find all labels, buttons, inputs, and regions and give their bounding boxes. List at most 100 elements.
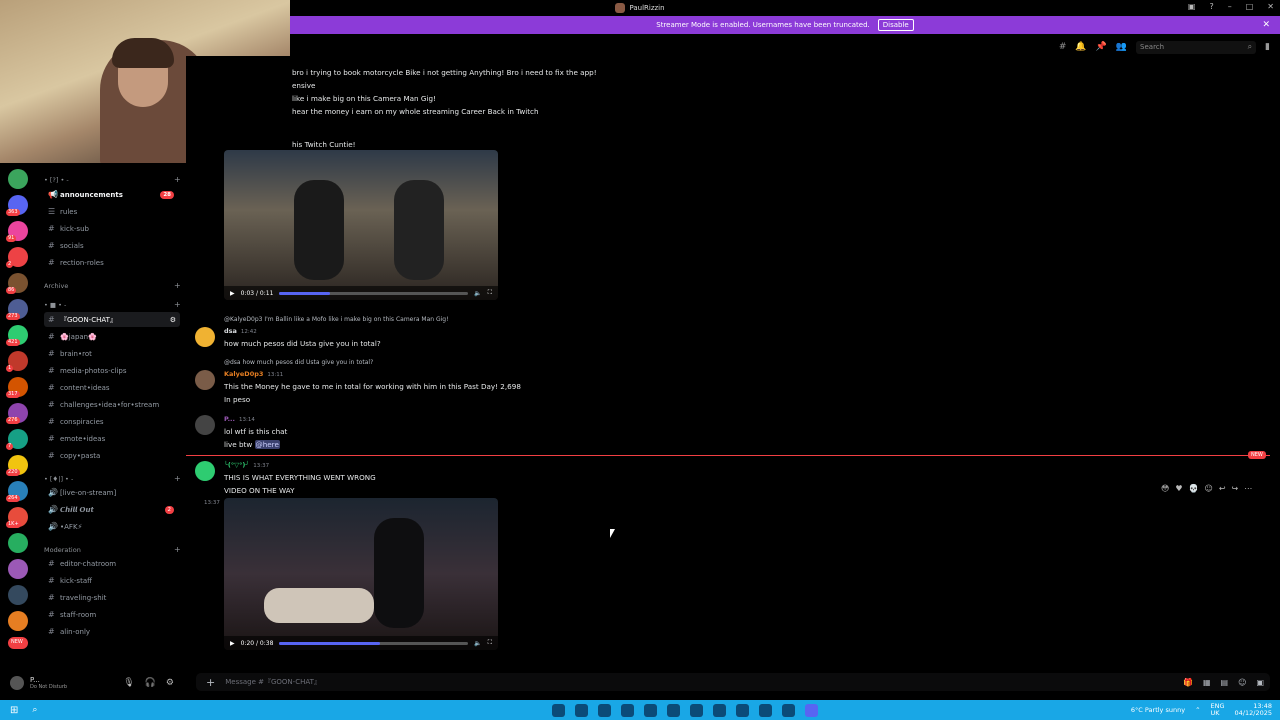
sticker-icon[interactable]: ▤: [1221, 678, 1229, 687]
category-misc[interactable]: • ■ • -: [44, 301, 66, 309]
server-icon[interactable]: [8, 611, 28, 631]
weather-widget[interactable]: 6°C Partly sunny: [1131, 706, 1185, 714]
server-icon[interactable]: 317: [6, 377, 28, 398]
taskbar-app-icon[interactable]: [667, 703, 680, 717]
reply-reference[interactable]: @dsa how much pesos did Usta give you in…: [224, 359, 373, 366]
emoji-icon[interactable]: ☺: [1238, 678, 1246, 687]
category-moderation[interactable]: Moderation: [44, 546, 81, 554]
channel-emote-ideas[interactable]: # emote•ideas: [44, 431, 180, 446]
pin-icon[interactable]: 📌: [1096, 42, 1107, 52]
taskbar-search-icon[interactable]: ⌕: [32, 705, 37, 715]
reaction-heart-icon[interactable]: ♥: [1175, 484, 1182, 493]
author-name[interactable]: P...: [224, 415, 235, 423]
play-icon[interactable]: ▶: [230, 640, 235, 647]
close-banner-icon[interactable]: ✕: [1262, 20, 1270, 30]
server-icon[interactable]: 264: [6, 481, 28, 502]
channel-kick-sub[interactable]: # kick-sub: [44, 221, 180, 236]
channel-content-ideas[interactable]: # content•ideas: [44, 380, 180, 395]
message-composer[interactable]: + Message #『GOON-CHAT』 🎁 ▦ ▤ ☺ ▣: [196, 673, 1270, 691]
avatar[interactable]: [10, 676, 24, 690]
more-options-icon[interactable]: ⋯: [1244, 484, 1252, 493]
channel-challenges[interactable]: # challenges•idea•for•stream: [44, 397, 180, 412]
member-list-icon[interactable]: 👥: [1116, 42, 1127, 52]
category-top[interactable]: • [?] • -: [44, 176, 69, 184]
server-icon[interactable]: [8, 533, 28, 553]
tray-chevron-icon[interactable]: ⌃: [1195, 706, 1200, 714]
server-icon[interactable]: [8, 585, 28, 605]
video-progress-bar[interactable]: [279, 641, 469, 645]
author-name[interactable]: dsa: [224, 327, 237, 335]
taskbar-app-icon[interactable]: [782, 703, 795, 717]
channel-settings-icon[interactable]: ⚙: [170, 316, 176, 324]
video-attachment-1[interactable]: ▶ 0:03 / 0:11 🔈 ⛶: [224, 150, 498, 300]
voice-afk[interactable]: 🔊 •AFK⚡: [44, 519, 180, 534]
channel-brain-rot[interactable]: # brain•rot: [44, 346, 180, 361]
author-name[interactable]: KalyeD0p3: [224, 370, 263, 378]
channel-rules[interactable]: ☰ rules: [44, 204, 180, 219]
server-icon[interactable]: 276: [6, 403, 28, 424]
server-icon[interactable]: 363: [6, 195, 28, 216]
category-voice[interactable]: • [♦|] • -: [44, 475, 73, 483]
channel-socials[interactable]: # socials: [44, 238, 180, 253]
channel-rection-roles[interactable]: # rection-roles: [44, 255, 180, 270]
server-icon[interactable]: 1K+: [6, 507, 28, 528]
taskbar-app-icon[interactable]: [644, 703, 657, 717]
fullscreen-icon[interactable]: ⛶: [488, 289, 492, 297]
reaction-skull-icon[interactable]: 💀: [1189, 484, 1199, 493]
volume-icon[interactable]: 🔈: [474, 290, 481, 297]
channel-kick-staff[interactable]: # kick-staff: [44, 573, 180, 588]
new-server-badge[interactable]: NEW: [8, 637, 28, 649]
voice-chill-out[interactable]: 🔊 𝘾𝙝𝙞𝙡𝙡 𝙊𝙪𝙩 2: [44, 502, 180, 517]
channel-japan[interactable]: # 🌸japan🌸: [44, 329, 180, 344]
help-icon[interactable]: ?: [1209, 2, 1213, 11]
add-channel-icon[interactable]: +: [174, 300, 181, 309]
add-reaction-icon[interactable]: ☺: [1204, 484, 1212, 493]
server-icon[interactable]: 1: [6, 351, 28, 372]
taskbar-app-icon[interactable]: [713, 703, 726, 717]
user-settings-icon[interactable]: ⚙: [166, 678, 174, 688]
disable-streamer-mode-button[interactable]: Disable: [877, 19, 914, 31]
taskbar-app-icon[interactable]: [690, 703, 703, 717]
maximize-icon[interactable]: □: [1246, 2, 1254, 11]
server-icon[interactable]: [8, 559, 28, 579]
server-icon[interactable]: 86: [6, 273, 28, 294]
add-channel-icon[interactable]: +: [174, 281, 181, 290]
server-icon[interactable]: 421: [6, 325, 28, 346]
channel-announcements[interactable]: 📢 announcements 28: [44, 187, 180, 202]
inbox-icon[interactable]: ▣: [1188, 2, 1196, 11]
clock[interactable]: 13:48 04/12/2025: [1235, 703, 1272, 717]
inbox-bookmark-icon[interactable]: ▮: [1265, 42, 1270, 52]
taskbar-app-icon[interactable]: [575, 703, 588, 717]
windows-start-icon[interactable]: ⊞: [10, 705, 18, 716]
minimize-icon[interactable]: –: [1228, 2, 1232, 11]
threads-icon[interactable]: #: [1059, 42, 1067, 52]
forward-icon[interactable]: ↪: [1232, 484, 1239, 493]
channel-traveling-shit[interactable]: # traveling-shit: [44, 590, 180, 605]
reply-reference[interactable]: @KalyeD0p3 I'm Ballin like a Mofo like i…: [224, 316, 449, 323]
server-icon[interactable]: 220: [6, 455, 28, 476]
voice-live-on-stream[interactable]: 🔊 [live-on-stream]: [44, 485, 180, 500]
channel-alin-only[interactable]: # alin-only: [44, 624, 180, 639]
reply-icon[interactable]: ↩: [1219, 484, 1226, 493]
gift-icon[interactable]: 🎁: [1183, 678, 1193, 687]
avatar[interactable]: [195, 461, 215, 481]
headset-icon[interactable]: 🎧: [145, 678, 156, 688]
server-icon[interactable]: 273: [6, 299, 28, 320]
add-channel-icon[interactable]: +: [174, 545, 181, 554]
taskbar-app-icon[interactable]: [598, 703, 611, 717]
reaction-icon[interactable]: 😳: [1161, 484, 1169, 493]
taskbar-app-icon[interactable]: [552, 703, 565, 717]
avatar[interactable]: [195, 370, 215, 390]
server-icon[interactable]: 91: [6, 221, 28, 242]
search-input[interactable]: Search ⌕: [1136, 40, 1257, 54]
avatar[interactable]: [195, 327, 215, 347]
server-icon[interactable]: 2: [6, 247, 28, 268]
avatar[interactable]: [195, 415, 215, 435]
channel-staff-room[interactable]: # staff-room: [44, 607, 180, 622]
author-name[interactable]: ╰(°▽°)╯: [224, 461, 249, 469]
volume-icon[interactable]: 🔈: [474, 640, 481, 647]
close-window-icon[interactable]: ✕: [1267, 2, 1274, 11]
channel-goon-chat[interactable]: # 『GOON-CHAT』 ⚙: [44, 312, 180, 327]
add-attachment-icon[interactable]: +: [206, 676, 215, 689]
fullscreen-icon[interactable]: ⛶: [488, 639, 492, 647]
